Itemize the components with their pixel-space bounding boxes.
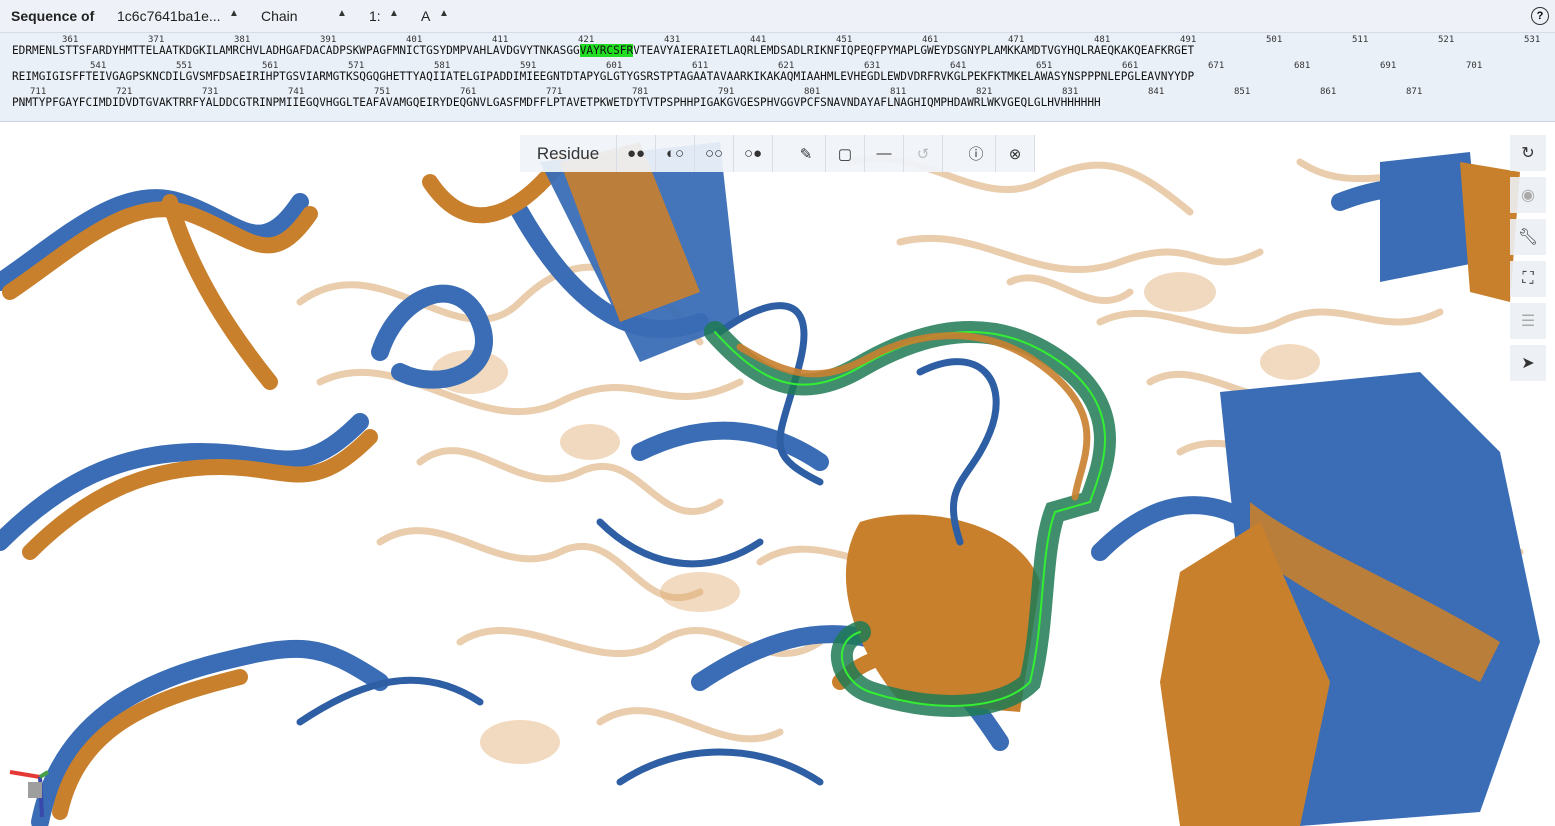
wrench-icon[interactable]: 🔧︎ [1510,219,1546,255]
residue-number: 801 [804,87,821,97]
sequence-text[interactable]: REIMGIGISFFTEIVGAGPSKNCDILGVSMFDSAEIRIHP… [12,70,1194,83]
residue-number: 861 [1320,87,1337,97]
residue-number: 471 [1008,35,1025,45]
sequence-text[interactable]: EDRMENLSTTSFARDYHMTTELAATKDGKILAMRCHVLAD… [12,44,580,57]
residue-number: 621 [778,61,795,71]
sequence-of-label: Sequence of [11,8,95,24]
residue-number: 851 [1234,87,1251,97]
reset-camera-icon[interactable]: ↻ [1510,135,1546,171]
residue-number: 531 [1524,35,1541,45]
chevron-updown-icon: ▲︎ [229,8,239,19]
residue-number: 681 [1294,61,1311,71]
residue-number: 631 [864,61,881,71]
selection-toolbar: Residue ●● ◐○ ○○ ○● ✎ ▢ — ↺ ⓘ ⊗ [520,135,1035,172]
residue-number: 431 [664,35,681,45]
selection-mode-select[interactable]: Residue [520,135,617,172]
residue-number: 741 [288,87,305,97]
structure-render[interactable] [0,122,1555,826]
sequence-row[interactable]: EDRMENLSTTSFARDYHMTTELAATKDGKILAMRCHVLAD… [12,44,1194,57]
help-icon[interactable]: ⓘ [957,135,996,172]
residue-number: 491 [1180,35,1197,45]
brush-icon[interactable]: ✎ [787,135,826,172]
residue-number: 721 [116,87,133,97]
help-circle-icon[interactable]: ? [1531,7,1549,25]
residue-number: 661 [1122,61,1139,71]
residue-number: 381 [234,35,251,45]
residue-number: 501 [1266,35,1283,45]
intersect-icon[interactable]: ○○ [695,135,734,172]
residue-number: 481 [1094,35,1111,45]
set-icon[interactable]: ○● [734,135,773,172]
residue-number: 571 [348,61,365,71]
chevron-updown-icon: ▲︎ [337,8,347,19]
sequence-row[interactable]: PNMTYPFGAYFCIMDIDVDTGVAKTRRFYALDDCGTRINP… [12,96,1101,109]
chevron-updown-icon: ▲︎ [439,8,449,19]
residue-number: 841 [1148,87,1165,97]
settings-sliders-icon[interactable]: ☰ [1510,303,1546,339]
residue-number: 371 [148,35,165,45]
residue-number: 821 [976,87,993,97]
sequence-text[interactable]: VTEAVYAIERAIETLAQRLEMDSADLRIKNFIQPEQFPYM… [633,44,1194,57]
cube-icon[interactable]: ▢ [826,135,865,172]
union-icon[interactable]: ●● [617,135,656,172]
residue-number: 651 [1036,61,1053,71]
minus-icon[interactable]: — [865,135,904,172]
residue-number: 811 [890,87,907,97]
mode-select[interactable]: Chain [261,8,298,24]
residue-number: 761 [460,87,477,97]
residue-number: 751 [374,87,391,97]
residue-number: 361 [62,35,79,45]
residue-number: 601 [606,61,623,71]
screenshot-icon[interactable]: ◉ [1510,177,1546,213]
residue-number: 411 [492,35,509,45]
residue-number: 641 [950,61,967,71]
residue-number: 781 [632,87,649,97]
sequence-text[interactable]: PNMTYPFGAYFCIMDIDVDTGVAKTRRFYALDDCGTRINP… [12,96,1101,109]
residue-number: 711 [30,87,47,97]
sequence-header-bar: Sequence of 1c6c7641ba1e... ▲︎ Chain ▲︎ … [0,0,1555,33]
residue-number: 671 [1208,61,1225,71]
residue-number: 511 [1352,35,1369,45]
close-icon[interactable]: ⊗ [996,135,1035,172]
undo-icon[interactable]: ↺ [904,135,943,172]
residue-number: 831 [1062,87,1079,97]
fullscreen-icon[interactable]: ⛶ [1510,261,1546,297]
residue-number: 541 [90,61,107,71]
entry-select[interactable]: 1c6c7641ba1e... [117,8,221,24]
subtract-icon[interactable]: ◐○ [656,135,695,172]
chevron-updown-icon: ▲︎ [389,8,399,19]
residue-number: 451 [836,35,853,45]
residue-number: 581 [434,61,451,71]
model-select[interactable]: 1: [369,8,381,24]
residue-number: 421 [578,35,595,45]
residue-number: 561 [262,61,279,71]
residue-number: 771 [546,87,563,97]
residue-number: 461 [922,35,939,45]
sequence-row[interactable]: REIMGIGISFFTEIVGAGPSKNCDILGVSMFDSAEIRIHP… [12,70,1194,83]
residue-number: 611 [692,61,709,71]
viewer-controls: ↻ ◉ 🔧︎ ⛶ ☰ ➤ [1510,135,1546,387]
residue-number: 441 [750,35,767,45]
residue-number: 701 [1466,61,1483,71]
residue-number: 521 [1438,35,1455,45]
residue-number: 791 [718,87,735,97]
molecular-3d-viewer[interactable] [0,122,1555,826]
selection-cursor-icon[interactable]: ➤ [1510,345,1546,381]
axis-gizmo [9,770,50,818]
residue-number: 551 [176,61,193,71]
residue-number: 871 [1406,87,1423,97]
chain-select[interactable]: A [421,8,430,24]
selected-residues[interactable]: VAYRCSFR [579,44,634,57]
residue-number: 591 [520,61,537,71]
sequence-panel[interactable]: EDRMENLSTTSFARDYHMTTELAATKDGKILAMRCHVLAD… [0,33,1555,122]
residue-number: 691 [1380,61,1397,71]
residue-number: 391 [320,35,337,45]
residue-number: 401 [406,35,423,45]
residue-number: 731 [202,87,219,97]
